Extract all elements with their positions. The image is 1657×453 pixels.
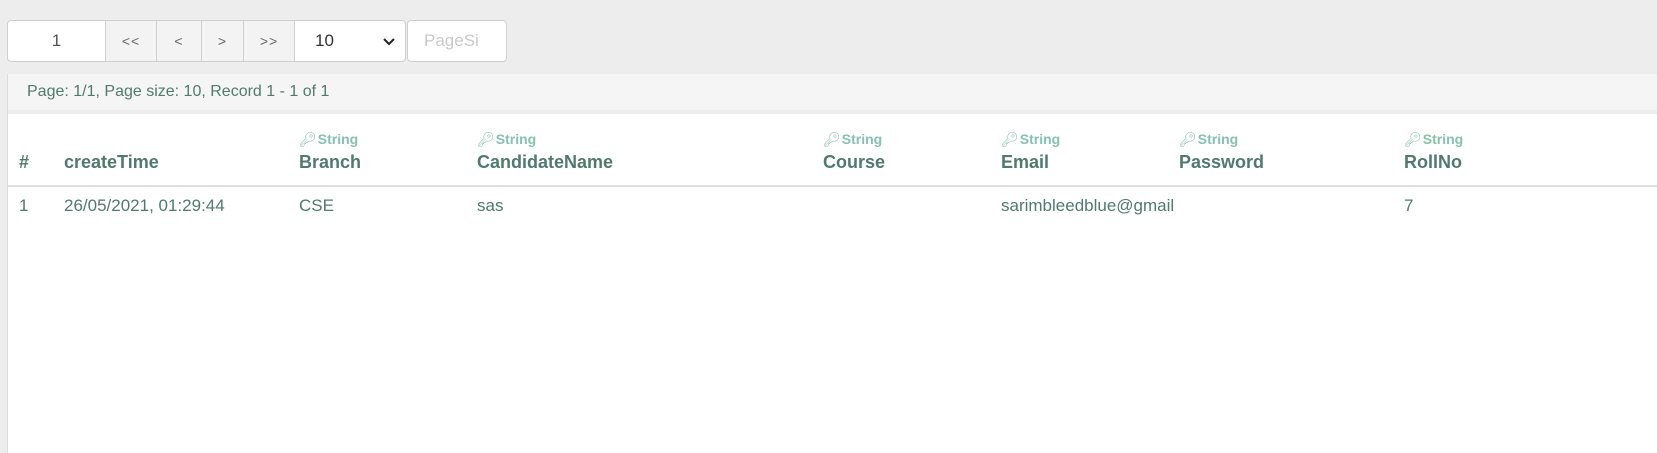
column-type-course: 🔑︎String <box>823 131 883 147</box>
page-number-input[interactable] <box>7 20 106 62</box>
pagination-toolbar: << < > >> 10 <box>7 20 507 62</box>
chevron-down-icon <box>383 33 395 49</box>
results-panel: Page: 1/1, Page size: 10, Record 1 - 1 o… <box>7 74 1657 453</box>
column-type-candidatename: 🔑︎String <box>477 131 537 147</box>
page-size-input[interactable] <box>407 20 507 62</box>
table-row[interactable]: 1 26/05/2021, 01:29:44 CSE sas sarimblee… <box>8 187 1657 227</box>
cell-index: 1 <box>19 196 29 215</box>
key-icon: 🔑︎ <box>1001 131 1019 147</box>
key-icon: 🔑︎ <box>1404 131 1422 147</box>
column-header-email[interactable]: Email <box>1001 152 1049 173</box>
cell-email: sarimbleedblue@gmail. <box>1001 196 1173 215</box>
key-icon: 🔑︎ <box>477 131 495 147</box>
key-icon: 🔑︎ <box>299 131 317 147</box>
last-page-button[interactable]: >> <box>244 20 295 62</box>
column-header-candidatename[interactable]: CandidateName <box>477 152 613 173</box>
column-header-branch[interactable]: Branch <box>299 152 361 173</box>
first-page-button[interactable]: << <box>106 20 157 62</box>
column-type-branch: 🔑︎String <box>299 131 359 147</box>
cell-branch: CSE <box>299 196 334 215</box>
cell-rollno: 7 <box>1404 196 1414 215</box>
table-header-row: # createTime 🔑︎String Branch 🔑︎String Ca… <box>8 114 1657 187</box>
cell-candidatename: sas <box>477 196 504 215</box>
column-header-password[interactable]: Password <box>1179 152 1264 173</box>
previous-page-button[interactable]: < <box>157 20 202 62</box>
data-table: # createTime 🔑︎String Branch 🔑︎String Ca… <box>8 114 1657 227</box>
record-info-bar: Page: 1/1, Page size: 10, Record 1 - 1 o… <box>8 74 1657 114</box>
cell-createtime: 26/05/2021, 01:29:44 <box>64 196 225 215</box>
next-page-button[interactable]: > <box>202 20 244 62</box>
key-icon: 🔑︎ <box>823 131 841 147</box>
column-header-rollno[interactable]: RollNo <box>1404 152 1462 173</box>
column-header-createtime[interactable]: createTime <box>64 152 159 173</box>
column-header-index[interactable]: # <box>19 152 29 173</box>
column-type-rollno: 🔑︎String <box>1404 131 1464 147</box>
page-size-select[interactable]: 10 <box>294 20 406 62</box>
record-info-text: Page: 1/1, Page size: 10, Record 1 - 1 o… <box>27 83 330 100</box>
column-type-email: 🔑︎String <box>1001 131 1061 147</box>
column-header-course[interactable]: Course <box>823 152 885 173</box>
key-icon: 🔑︎ <box>1179 131 1197 147</box>
column-type-password: 🔑︎String <box>1179 131 1239 147</box>
page-size-selected-value: 10 <box>315 31 334 50</box>
